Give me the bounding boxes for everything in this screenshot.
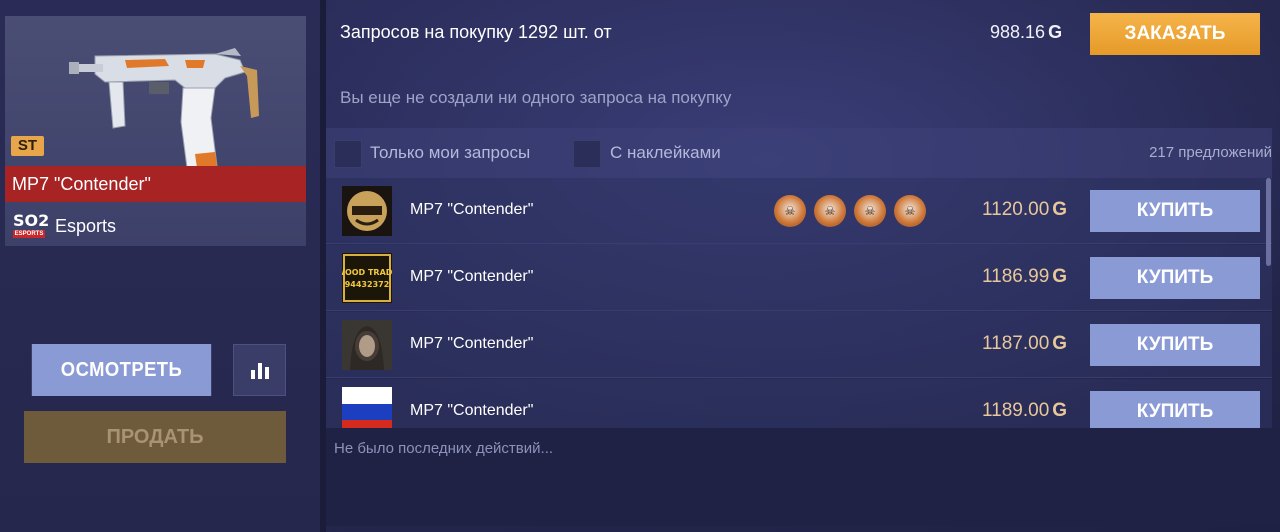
sticker-icon: ☠ — [854, 195, 886, 227]
offer-name: MP7 "Contender" — [410, 268, 534, 285]
weapon-image — [69, 48, 259, 169]
gold-currency-icon: G — [1048, 22, 1063, 42]
filter-bar: Только мои запросы С наклейками 217 пред… — [326, 128, 1272, 178]
no-requests-message: Вы еще не создали ни одного запроса на п… — [340, 88, 732, 107]
offer-row[interactable]: MP7 "Contender" ☠ ☠ ☠ ☠ 1120.00 G КУПИТЬ — [326, 178, 1272, 244]
offer-row[interactable]: MP7 "Contender" 1189.00 G КУПИТЬ — [326, 379, 1272, 428]
buy-button[interactable]: КУПИТЬ — [1090, 324, 1260, 366]
my-requests-label[interactable]: Только мои запросы — [370, 143, 530, 163]
market-panel: Запросов на покупку 1292 шт. от 988.16 G … — [326, 0, 1280, 532]
gold-currency-icon: G — [1052, 199, 1068, 220]
buy-button[interactable]: КУПИТЬ — [1090, 190, 1260, 232]
offer-row[interactable]: MP7 "Contender" 1187.00 G КУПИТЬ — [326, 312, 1272, 378]
flag-avatar — [342, 387, 392, 428]
offer-name: MP7 "Contender" — [410, 335, 534, 352]
buy-button[interactable]: КУПИТЬ — [1090, 391, 1260, 428]
sticker-list: ☠ ☠ ☠ ☠ — [774, 195, 926, 227]
sticker-icon: ☠ — [894, 195, 926, 227]
requests-best-price: 988.16 G — [990, 22, 1063, 42]
offer-row[interactable]: WOOD TRADE 94432372 MP7 "Contender" 1186… — [326, 245, 1272, 311]
sticker-icon: ☠ — [814, 195, 846, 227]
collection-label: Esports — [55, 215, 117, 236]
bar-chart-icon — [250, 363, 269, 379]
stats-button[interactable] — [233, 344, 286, 396]
offer-name: MP7 "Contender" — [410, 201, 534, 218]
my-requests-checkbox[interactable] — [334, 140, 362, 168]
svg-text:WOOD TRADE: WOOD TRADE — [342, 268, 392, 277]
gold-currency-icon: G — [1052, 400, 1068, 421]
buy-requests-row: Запросов на покупку 1292 шт. от 988.16 G … — [326, 0, 1280, 66]
esports-logo: SO2 ESPORTS — [13, 211, 50, 238]
trade-avatar: WOOD TRADE 94432372 — [342, 253, 392, 303]
collection-info: SO2 ESPORTS Esports — [5, 206, 306, 246]
offer-count: 217 предложений — [1149, 144, 1272, 161]
stattrak-badge: ST — [11, 136, 44, 156]
list-scrollbar[interactable] — [1266, 178, 1271, 266]
offer-price: 1189.00 G — [982, 400, 1068, 421]
offer-list[interactable]: MP7 "Contender" ☠ ☠ ☠ ☠ 1120.00 G КУПИТЬ … — [326, 178, 1272, 428]
gold-currency-icon: G — [1052, 333, 1068, 354]
recent-activity-message: Не было последних действий... — [334, 440, 554, 457]
inspect-button[interactable]: ОСМОТРЕТЬ — [31, 344, 212, 396]
offer-name: MP7 "Contender" — [410, 402, 534, 419]
sell-button[interactable]: ПРОДАТЬ — [24, 411, 286, 463]
offer-price: 1120.00 G — [982, 199, 1068, 220]
svg-text:94432372: 94432372 — [345, 280, 390, 289]
requests-summary: Запросов на покупку 1292 шт. от — [340, 22, 612, 42]
offer-price: 1186.99 G — [982, 266, 1068, 287]
gold-currency-icon: G — [1052, 266, 1068, 287]
recent-activity: Не было последних действий... — [326, 428, 1280, 526]
sticker-icon: ☠ — [774, 195, 806, 227]
buy-button[interactable]: КУПИТЬ — [1090, 257, 1260, 299]
offer-price: 1187.00 G — [982, 333, 1068, 354]
order-button[interactable]: ЗАКАЗАТЬ — [1090, 13, 1260, 55]
item-panel: ST MP7 "Contender" SO2 ESPORTS Esports О… — [0, 0, 320, 532]
item-name: MP7 "Contender" — [5, 166, 306, 202]
with-stickers-checkbox[interactable] — [573, 140, 601, 168]
helmet-avatar — [342, 186, 392, 236]
item-card: ST MP7 "Contender" SO2 ESPORTS Esports — [5, 16, 306, 246]
photo-avatar — [342, 320, 392, 370]
with-stickers-label[interactable]: С наклейками — [610, 143, 721, 163]
